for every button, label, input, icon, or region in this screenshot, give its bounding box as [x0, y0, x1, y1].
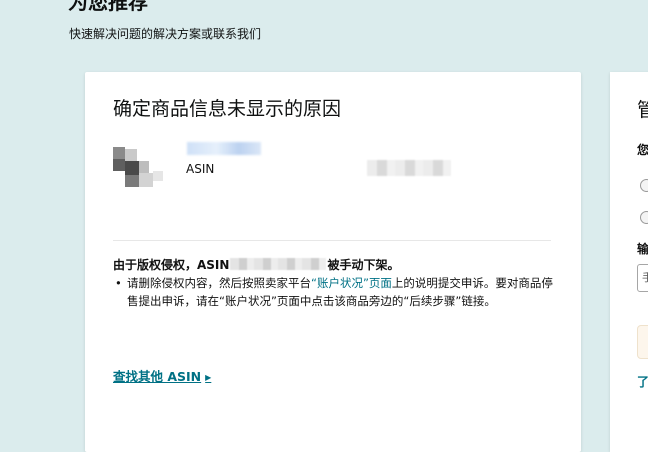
find-other-asin-link[interactable]: 查找其他 ASIN ▶ [113, 369, 211, 386]
divider [113, 240, 551, 241]
radio-option-1[interactable] [640, 179, 648, 192]
secondary-input-label: 输 [637, 242, 648, 256]
reason-prefix: 由于版权侵权，ASIN [113, 258, 230, 272]
secondary-notice-box [637, 325, 648, 359]
secondary-link[interactable]: 了 [637, 375, 648, 389]
radio-option-2[interactable] [640, 211, 648, 224]
secondary-card-question: 您 [637, 143, 648, 157]
page-title: 为您推荐 [68, 0, 148, 14]
recommendation-card: 确定商品信息未显示的原因 ASIN 由于版权侵权，ASIN 被手动下架。 • 请删… [85, 72, 581, 452]
removal-reason: 由于版权侵权，ASIN 被手动下架。 [113, 257, 399, 273]
find-other-asin-label: 查找其他 ASIN [113, 369, 202, 384]
triangle-right-icon: ▶ [205, 373, 212, 382]
asin-redacted [230, 258, 327, 270]
secondary-input[interactable]: 手 [637, 264, 648, 292]
instruction-part1: 请删除侵权内容，然后按照卖家平台 [127, 276, 311, 290]
card-title: 确定商品信息未显示的原因 [113, 98, 342, 120]
asin-label: ASIN [186, 162, 215, 176]
instruction-list-item: • 请删除侵权内容，然后按照卖家平台“账户状况”页面上的说明提交申诉。要对商品停… [113, 274, 561, 310]
product-name-redacted[interactable] [187, 142, 261, 155]
page-subtitle: 快速解决问题的解决方案或联系我们 [69, 27, 262, 41]
reason-suffix: 被手动下架。 [327, 258, 400, 272]
secondary-card-title: 管 [637, 99, 648, 121]
bullet-icon: • [115, 276, 122, 290]
account-health-link[interactable]: “账户状况”页面 [311, 276, 392, 290]
instruction-text: 请删除侵权内容，然后按照卖家平台“账户状况”页面上的说明提交申诉。要对商品停售提… [127, 274, 561, 310]
product-thumbnail[interactable] [113, 147, 165, 189]
secondary-card: 管 您 输 手 了 [610, 72, 648, 452]
product-status-redacted [367, 160, 451, 176]
